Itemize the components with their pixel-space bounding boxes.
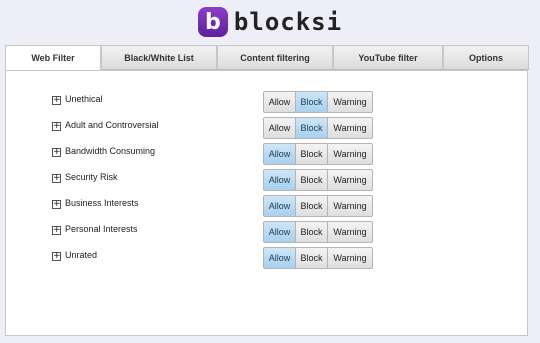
category-label: Unethical xyxy=(65,94,103,104)
category-label: Unrated xyxy=(65,250,98,260)
block-button[interactable]: Block xyxy=(296,248,328,268)
allow-block-warning-toggle: Allow Block Warning xyxy=(263,143,373,165)
category-label: Security Risk xyxy=(65,172,118,182)
category-row: + Security Risk Allow Block Warning xyxy=(52,169,382,191)
header: b blocksi xyxy=(0,0,540,44)
block-button[interactable]: Block xyxy=(296,196,328,216)
tab-bar: Web Filter Black/White List Content filt… xyxy=(5,45,529,71)
warning-button[interactable]: Warning xyxy=(328,92,372,112)
expand-icon[interactable]: + xyxy=(52,148,61,157)
category-row: + Unethical Allow Block Warning xyxy=(52,91,382,113)
block-button[interactable]: Block xyxy=(296,170,328,190)
allow-button[interactable]: Allow xyxy=(264,118,296,138)
warning-button[interactable]: Warning xyxy=(328,170,372,190)
category-row: + Business Interests Allow Block Warning xyxy=(52,195,382,217)
allow-block-warning-toggle: Allow Block Warning xyxy=(263,117,373,139)
allow-block-warning-toggle: Allow Block Warning xyxy=(263,195,373,217)
expand-icon[interactable]: + xyxy=(52,252,61,261)
allow-button[interactable]: Allow xyxy=(264,196,296,216)
allow-button[interactable]: Allow xyxy=(264,92,296,112)
expand-icon[interactable]: + xyxy=(52,96,61,105)
warning-button[interactable]: Warning xyxy=(328,118,372,138)
allow-block-warning-toggle: Allow Block Warning xyxy=(263,91,373,113)
allow-block-warning-toggle: Allow Block Warning xyxy=(263,247,373,269)
category-label: Personal Interests xyxy=(65,224,138,234)
category-label: Adult and Controversial xyxy=(65,120,159,130)
category-row: + Personal Interests Allow Block Warning xyxy=(52,221,382,243)
warning-button[interactable]: Warning xyxy=(328,196,372,216)
allow-block-warning-toggle: Allow Block Warning xyxy=(263,221,373,243)
allow-button[interactable]: Allow xyxy=(264,222,296,242)
web-filter-panel: + Unethical Allow Block Warning + Adult and Co… xyxy=(5,70,528,336)
category-row: + Unrated Allow Block Warning xyxy=(52,247,382,269)
category-label: Bandwidth Consuming xyxy=(65,146,156,156)
allow-button[interactable]: Allow xyxy=(264,170,296,190)
block-button[interactable]: Block xyxy=(296,144,328,164)
tab-content-filtering[interactable]: Content filtering xyxy=(217,45,333,70)
block-button[interactable]: Block xyxy=(296,222,328,242)
category-label: Business Interests xyxy=(65,198,139,208)
allow-block-warning-toggle: Allow Block Warning xyxy=(263,169,373,191)
tab-black-white-list[interactable]: Black/White List xyxy=(101,45,217,70)
allow-button[interactable]: Allow xyxy=(264,248,296,268)
logo-b-icon: b xyxy=(197,7,228,37)
expand-icon[interactable]: + xyxy=(52,122,61,131)
warning-button[interactable]: Warning xyxy=(328,222,372,242)
block-button[interactable]: Block xyxy=(296,92,328,112)
expand-icon[interactable]: + xyxy=(52,226,61,235)
category-row: + Bandwidth Consuming Allow Block Warning xyxy=(52,143,382,165)
expand-icon[interactable]: + xyxy=(52,200,61,209)
block-button[interactable]: Block xyxy=(296,118,328,138)
logo-text: blocksi xyxy=(233,8,343,36)
blocksi-logo: b blocksi xyxy=(197,7,343,37)
tab-options[interactable]: Options xyxy=(443,45,529,70)
tab-web-filter[interactable]: Web Filter xyxy=(5,45,101,71)
allow-button[interactable]: Allow xyxy=(264,144,296,164)
warning-button[interactable]: Warning xyxy=(328,144,372,164)
warning-button[interactable]: Warning xyxy=(328,248,372,268)
expand-icon[interactable]: + xyxy=(52,174,61,183)
category-row: + Adult and Controversial Allow Block Warnin… xyxy=(52,117,382,139)
tab-youtube-filter[interactable]: YouTube filter xyxy=(333,45,443,70)
